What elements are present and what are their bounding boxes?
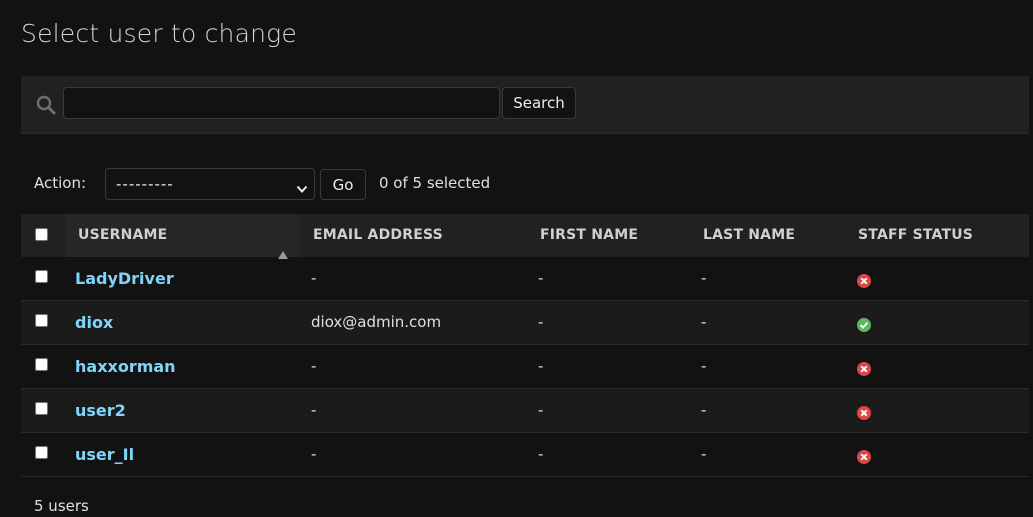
page: Select user to change Search Action: ---…	[0, 0, 1033, 517]
first-name-cell: -	[538, 445, 544, 463]
first-name-cell: -	[538, 313, 544, 331]
table-body: LadyDriver - - - diox diox@admin.com - - haxxorm…	[21, 257, 1029, 477]
column-header-staff-status[interactable]: STAFF STATUS	[858, 214, 973, 257]
column-header-last-name[interactable]: LAST NAME	[703, 214, 795, 257]
column-header-username[interactable]: USERNAME	[65, 214, 300, 259]
email-cell: -	[311, 445, 317, 463]
last-name-cell: -	[701, 401, 707, 419]
search-button[interactable]: Search	[502, 87, 576, 119]
first-name-cell: -	[538, 401, 544, 419]
x-circle-icon	[857, 405, 871, 420]
actions-bar: Action: --------- Go 0 of 5 selected	[34, 168, 1014, 200]
selection-counter: 0 of 5 selected	[379, 174, 491, 192]
table-header: USERNAME EMAIL ADDRESS FIRST NAME LAST N…	[21, 214, 1029, 259]
table-row: LadyDriver - - -	[21, 257, 1029, 301]
last-name-cell: -	[701, 269, 707, 287]
table-row: diox diox@admin.com - -	[21, 301, 1029, 345]
table-row: haxxorman - - -	[21, 345, 1029, 389]
search-icon	[35, 94, 57, 116]
username-link[interactable]: LadyDriver	[75, 257, 174, 300]
email-cell: -	[311, 401, 317, 419]
email-cell: -	[311, 269, 317, 287]
row-checkbox[interactable]	[35, 358, 48, 371]
x-circle-icon	[857, 449, 871, 464]
username-link[interactable]: haxxorman	[75, 345, 176, 388]
last-name-cell: -	[701, 445, 707, 463]
action-label: Action:	[34, 174, 87, 192]
table-row: user_Il - - -	[21, 433, 1029, 477]
x-circle-icon	[857, 273, 871, 288]
row-checkbox[interactable]	[35, 270, 48, 283]
search-toolbar: Search	[21, 76, 1029, 134]
page-title: Select user to change	[21, 19, 297, 48]
email-cell: diox@admin.com	[311, 313, 442, 331]
username-link[interactable]: user_Il	[75, 433, 134, 476]
row-checkbox[interactable]	[35, 402, 48, 415]
search-input[interactable]	[63, 87, 500, 119]
username-link[interactable]: user2	[75, 389, 126, 432]
table-row: user2 - - -	[21, 389, 1029, 433]
row-checkbox[interactable]	[35, 446, 48, 459]
column-label-username: USERNAME	[78, 227, 168, 243]
username-link[interactable]: diox	[75, 301, 113, 344]
result-count: 5 users	[34, 497, 89, 515]
x-circle-icon	[857, 361, 871, 376]
chevron-down-icon	[296, 179, 308, 193]
row-checkbox[interactable]	[35, 314, 48, 327]
users-table: USERNAME EMAIL ADDRESS FIRST NAME LAST N…	[21, 214, 1029, 477]
action-select[interactable]: ---------	[105, 168, 315, 200]
last-name-cell: -	[701, 357, 707, 375]
first-name-cell: -	[538, 269, 544, 287]
last-name-cell: -	[701, 313, 707, 331]
column-header-first-name[interactable]: FIRST NAME	[540, 214, 638, 257]
select-all-checkbox[interactable]	[35, 228, 48, 241]
go-button[interactable]: Go	[320, 169, 366, 200]
first-name-cell: -	[538, 357, 544, 375]
email-cell: -	[311, 357, 317, 375]
check-circle-icon	[857, 317, 871, 332]
column-header-email[interactable]: EMAIL ADDRESS	[313, 214, 443, 257]
action-select-value: ---------	[116, 175, 174, 193]
sort-ascending-icon[interactable]	[278, 234, 288, 259]
